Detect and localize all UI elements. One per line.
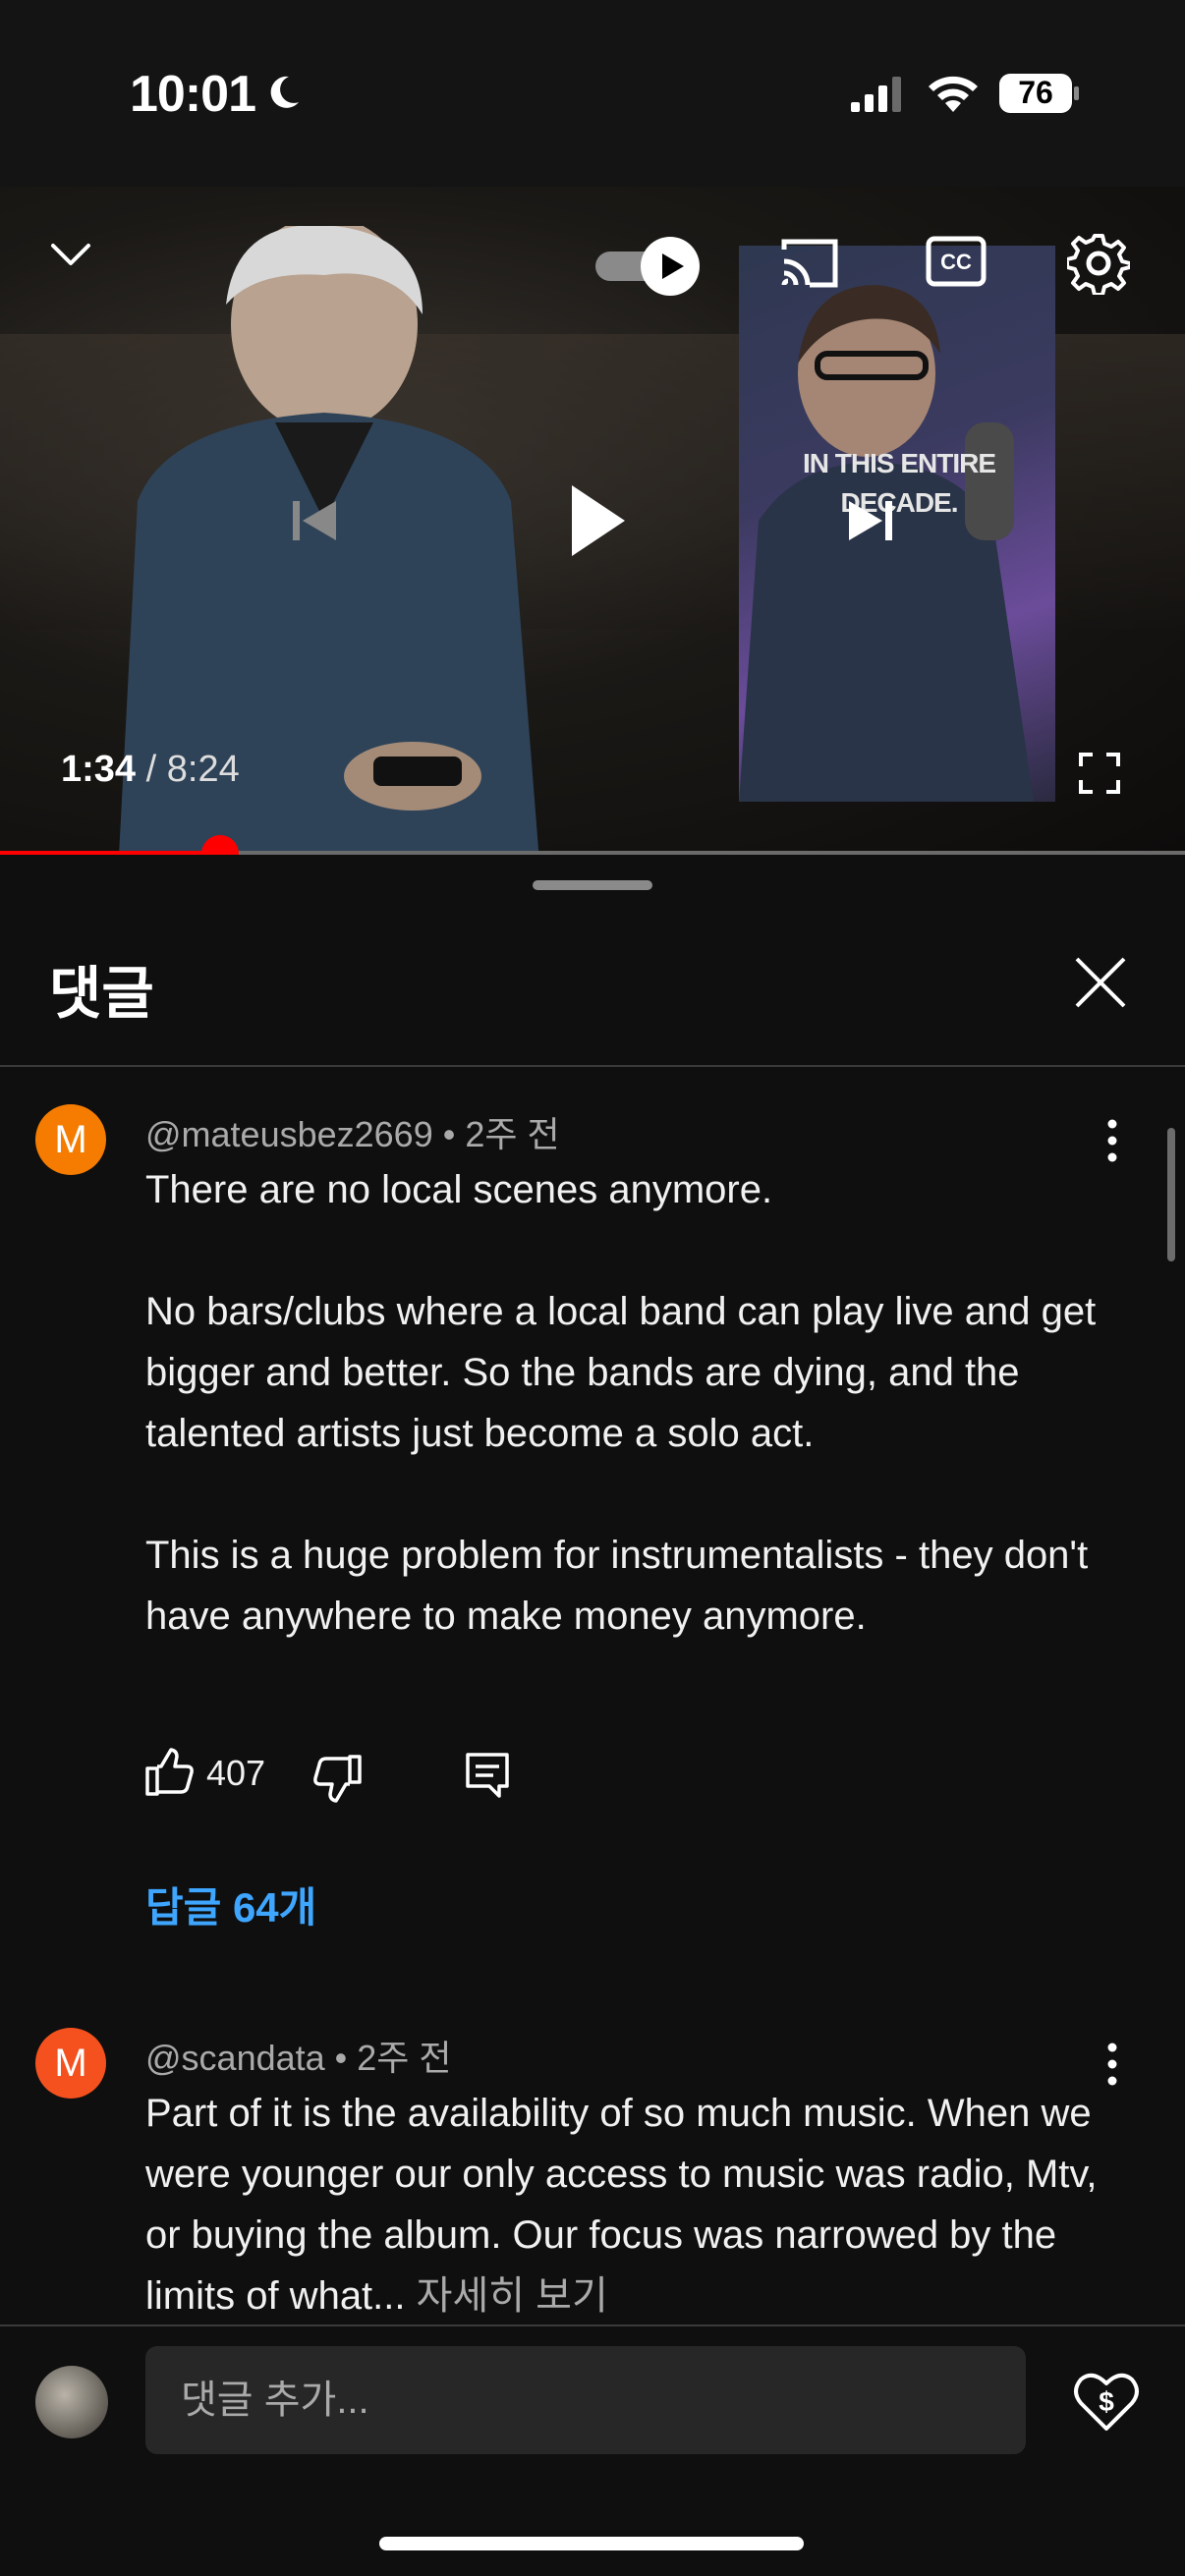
moon-icon	[270, 76, 299, 108]
status-time: 10:01	[130, 66, 256, 123]
battery-level: 76	[1018, 75, 1053, 110]
comment-avatar[interactable]: M	[35, 1104, 106, 1175]
add-comment-input[interactable]	[145, 2346, 1026, 2454]
scrollbar[interactable]	[1167, 1128, 1175, 1261]
next-icon[interactable]	[847, 499, 894, 542]
chevron-down-icon[interactable]	[49, 240, 92, 269]
like-count: 407	[206, 1753, 266, 1793]
comment-text: There are no local scenes anymore. No ba…	[145, 1168, 1097, 1638]
wifi-icon	[929, 76, 978, 112]
reply-icon[interactable]	[462, 1749, 513, 1800]
comment-text: Part of it is the availability of so muc…	[145, 2092, 1108, 2318]
fullscreen-icon[interactable]	[1079, 753, 1120, 794]
comment-meta: @scandata • 2주 전	[145, 2038, 452, 2078]
home-indicator[interactable]	[379, 2537, 804, 2550]
drag-handle[interactable]	[533, 880, 652, 890]
video-time: 1:34 / 8:24	[61, 749, 240, 790]
view-replies-button[interactable]: 답글 64개	[145, 1875, 316, 1934]
thumbs-down-icon[interactable]	[312, 1753, 364, 1804]
thumbs-up-icon[interactable]	[143, 1747, 195, 1798]
captions-icon[interactable]: CC	[926, 236, 987, 287]
comments-title: 댓글	[49, 962, 154, 1026]
user-avatar	[35, 2366, 108, 2438]
header-divider	[0, 1065, 1185, 1067]
more-options-icon[interactable]	[1093, 2040, 1132, 2089]
more-options-icon[interactable]	[1093, 1116, 1132, 1165]
comment-author[interactable]: @scandata	[145, 2038, 325, 2078]
composer-divider	[0, 2324, 1185, 2326]
close-icon[interactable]	[1069, 951, 1132, 1014]
cellular-signal-icon	[851, 77, 901, 112]
autoplay-toggle[interactable]	[593, 236, 704, 297]
super-thanks-icon[interactable]: $	[1073, 2368, 1140, 2435]
read-more-link[interactable]: 자세히 보기	[417, 2274, 608, 2318]
comment-age: 2주 전	[357, 2038, 452, 2078]
cast-icon[interactable]	[778, 236, 841, 291]
play-icon[interactable]	[568, 481, 627, 560]
svg-text:$: $	[1099, 2386, 1114, 2417]
svg-text:CC: CC	[940, 250, 972, 274]
comment-meta: @mateusbez2669 • 2주 전	[145, 1114, 560, 1154]
comment-author[interactable]: @mateusbez2669	[145, 1114, 433, 1154]
video-caption: IN THIS ENTIRE DECADE.	[802, 448, 996, 518]
gear-icon[interactable]	[1067, 232, 1130, 295]
side-video-frame	[739, 246, 1055, 802]
comment-age: 2주 전	[465, 1114, 560, 1154]
comment-avatar[interactable]: M	[35, 2028, 106, 2099]
previous-icon[interactable]	[291, 499, 338, 542]
